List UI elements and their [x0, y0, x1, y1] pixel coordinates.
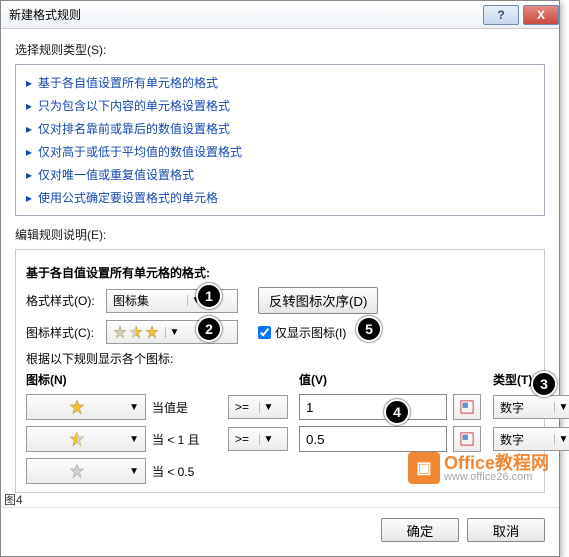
show-icon-only-checkbox[interactable]: 仅显示图标(I) — [258, 324, 346, 341]
watermark: ▣ Office教程网 www.office26.com — [408, 452, 549, 484]
rule-type-item[interactable]: ▸ 仅对高于或低于平均值的数值设置格式 — [16, 140, 544, 163]
star-empty-icon — [69, 463, 85, 479]
callout-badge-1: 1 — [196, 283, 222, 309]
reverse-order-button[interactable]: 反转图标次序(D) — [258, 287, 378, 314]
type-value-1: 数字 — [494, 399, 554, 416]
rule-type-list: ▸ 基于各自值设置所有单元格的格式 ▸ 只为包含以下内容的单元格设置格式 ▸ 仅对排名… — [15, 64, 545, 216]
cancel-button[interactable]: 取消 — [467, 518, 545, 542]
arrow-icon: ▸ — [26, 99, 32, 113]
star-icon — [69, 399, 85, 415]
chevron-down-icon[interactable]: ▼ — [554, 402, 569, 413]
chevron-down-icon[interactable]: ▼ — [259, 434, 277, 445]
range-icon — [460, 400, 474, 414]
format-style-value: 图标集 — [107, 292, 187, 309]
arrow-icon: ▸ — [26, 76, 32, 90]
rule-type-text: 使用公式确定要设置格式的单元格 — [38, 189, 218, 206]
icon-select-1[interactable]: ▼ — [26, 394, 146, 420]
rules-caption: 根据以下规则显示各个图标: — [26, 350, 534, 367]
rule-type-text: 仅对高于或低于平均值的数值设置格式 — [38, 143, 242, 160]
chevron-down-icon[interactable]: ▼ — [165, 327, 183, 338]
callout-badge-5: 5 — [356, 316, 382, 342]
arrow-icon: ▸ — [26, 168, 32, 182]
close-button[interactable]: X — [523, 5, 559, 25]
select-rule-type-label: 选择规则类型(S): — [15, 41, 545, 58]
figure-caption: 图4 — [0, 487, 27, 512]
op-dropdown-1[interactable]: >=▼ — [228, 395, 288, 419]
value-input-2[interactable] — [299, 426, 447, 452]
type-dropdown-1[interactable]: 数字▼ — [493, 395, 569, 419]
titlebar-buttons: ? X — [479, 5, 559, 25]
rule-type-text: 仅对唯一值或重复值设置格式 — [38, 166, 194, 183]
op-value-1: >= — [229, 400, 259, 414]
watermark-logo-icon: ▣ — [408, 452, 440, 484]
icon-style-label: 图标样式(C): — [26, 324, 106, 341]
rule-type-item[interactable]: ▸ 仅对唯一值或重复值设置格式 — [16, 163, 544, 186]
star-icon — [129, 325, 143, 339]
watermark-brand: Office教程网 — [444, 454, 549, 472]
ok-button[interactable]: 确定 — [381, 518, 459, 542]
format-style-row: 格式样式(O): 图标集 ▼ 反转图标次序(D) 1 — [26, 287, 534, 314]
rule-type-item[interactable]: ▸ 使用公式确定要设置格式的单元格 — [16, 186, 544, 209]
range-picker-2[interactable] — [453, 426, 481, 452]
range-picker-1[interactable] — [453, 394, 481, 420]
col-icon-header: 图标(N) — [26, 371, 146, 388]
col-value-header: 值(V) — [299, 371, 447, 388]
show-icon-only-label: 仅显示图标(I) — [275, 324, 346, 341]
chevron-down-icon[interactable]: ▼ — [259, 402, 277, 413]
chevron-down-icon[interactable]: ▼ — [554, 434, 569, 445]
dialog-body: 选择规则类型(S): ▸ 基于各自值设置所有单元格的格式 ▸ 只为包含以下内容的单元… — [1, 29, 559, 507]
icon-style-row: 图标样式(C): ▼ 仅显示图标(I) 2 5 — [26, 320, 534, 344]
format-style-label: 格式样式(O): — [26, 292, 106, 309]
cond-text-1: 当值是 — [152, 399, 222, 416]
edit-rule-desc-label: 编辑规则说明(E): — [15, 226, 545, 243]
callout-badge-2: 2 — [196, 316, 222, 342]
callout-badge-3: 3 — [531, 371, 557, 397]
rule-type-text: 仅对排名靠前或靠后的数值设置格式 — [38, 120, 230, 137]
arrow-icon: ▸ — [26, 122, 32, 136]
dialog-footer: 确定 取消 — [1, 507, 559, 556]
help-button[interactable]: ? — [483, 5, 519, 25]
arrow-icon: ▸ — [26, 145, 32, 159]
chevron-down-icon[interactable]: ▼ — [125, 434, 143, 445]
arrow-icon: ▸ — [26, 191, 32, 205]
rule-type-item[interactable]: ▸ 仅对排名靠前或靠后的数值设置格式 — [16, 117, 544, 140]
titlebar: 新建格式规则 ? X — [1, 1, 559, 29]
format-all-label: 基于各自值设置所有单元格的格式: — [26, 264, 534, 281]
type-dropdown-2[interactable]: 数字▼ — [493, 427, 569, 451]
range-icon — [460, 432, 474, 446]
show-icon-only-input[interactable] — [258, 326, 271, 339]
dialog-title: 新建格式规则 — [9, 6, 81, 23]
star-icon — [113, 325, 127, 339]
rule-type-item[interactable]: ▸ 只为包含以下内容的单元格设置格式 — [16, 94, 544, 117]
chevron-down-icon[interactable]: ▼ — [125, 402, 143, 413]
icon-select-3[interactable]: ▼ — [26, 458, 146, 484]
star-icon — [145, 325, 159, 339]
callout-badge-4: 4 — [384, 399, 410, 425]
op-dropdown-2[interactable]: >=▼ — [228, 427, 288, 451]
watermark-url: www.office26.com — [444, 472, 549, 483]
rule-type-item[interactable]: ▸ 基于各自值设置所有单元格的格式 — [16, 71, 544, 94]
cond-text-3: 当 < 0.5 — [152, 463, 222, 480]
op-value-2: >= — [229, 432, 259, 446]
icon-select-2[interactable]: ▼ — [26, 426, 146, 452]
value-input-1[interactable] — [299, 394, 447, 420]
watermark-text: Office教程网 www.office26.com — [444, 454, 549, 483]
star-half-icon — [69, 431, 85, 447]
cond-text-2: 当 < 1 且 — [152, 431, 222, 448]
rule-type-text: 基于各自值设置所有单元格的格式 — [38, 74, 218, 91]
chevron-down-icon[interactable]: ▼ — [125, 466, 143, 477]
icon-style-preview — [107, 325, 165, 339]
rule-type-text: 只为包含以下内容的单元格设置格式 — [38, 97, 230, 114]
type-value-2: 数字 — [494, 431, 554, 448]
